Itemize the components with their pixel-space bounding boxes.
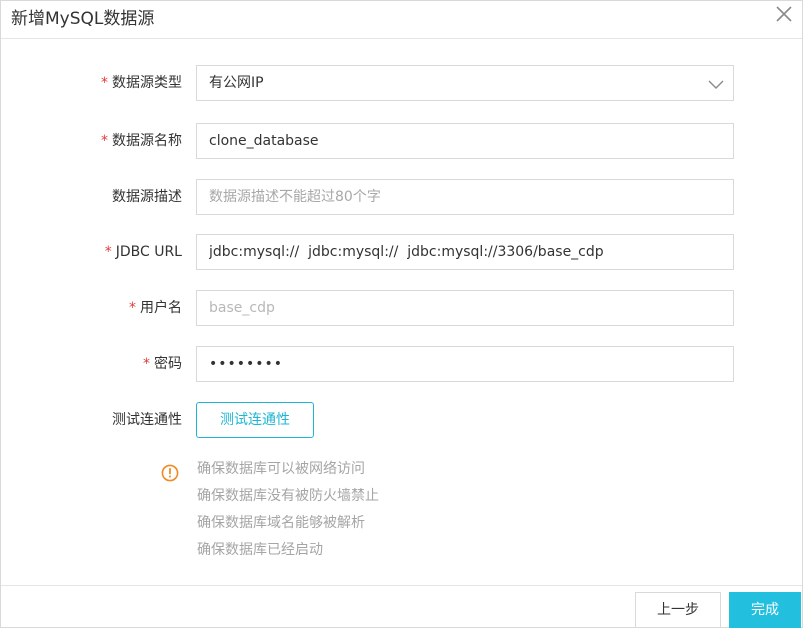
- tip-line: 确保数据库已经启动: [197, 542, 323, 558]
- jdbc-url-input[interactable]: [196, 234, 734, 270]
- connectivity-label: 测试连通性: [112, 412, 182, 428]
- password-input[interactable]: [196, 346, 734, 382]
- info-circle-icon: [161, 464, 179, 482]
- form-row-source-desc: 数据源描述: [1, 179, 802, 215]
- tip-line: 确保数据库没有被防火墙禁止: [197, 488, 379, 504]
- source-name-label: * 数据源名称: [101, 123, 182, 159]
- required-mark: *: [104, 244, 112, 260]
- form-row-connectivity: 测试连通性 测试连通性: [1, 402, 802, 438]
- source-type-select[interactable]: 有公网IP: [196, 65, 734, 101]
- previous-step-button[interactable]: 上一步: [635, 592, 721, 628]
- source-type-value: 有公网IP: [209, 75, 264, 91]
- source-desc-label: 数据源描述: [112, 189, 182, 205]
- required-mark: *: [143, 356, 150, 372]
- connectivity-tips: 确保数据库可以被网络访问 确保数据库没有被防火墙禁止 确保数据库域名能够被解析 …: [161, 459, 561, 569]
- dialog-footer: 上一步 完成: [1, 585, 802, 628]
- required-mark: *: [101, 133, 108, 149]
- form-row-source-name: * 数据源名称: [1, 123, 802, 159]
- username-label: * 用户名: [129, 290, 182, 326]
- form-row-username: * 用户名: [1, 290, 802, 326]
- test-connectivity-button[interactable]: 测试连通性: [196, 402, 314, 438]
- add-mysql-datasource-dialog: 新增MySQL数据源 *数据源类型 有公网IP *数据源名称 数据源描述 *JD…: [0, 0, 803, 628]
- done-button[interactable]: 完成: [729, 592, 801, 628]
- form-row-password: * 密码: [1, 346, 802, 382]
- chevron-down-icon: [708, 80, 724, 89]
- close-icon[interactable]: [773, 3, 795, 25]
- jdbc-url-label-text: JDBC URL: [115, 244, 182, 260]
- username-input[interactable]: [196, 290, 734, 326]
- form-row-jdbc-url: * JDBC URL: [1, 234, 802, 270]
- password-label-text: 密码: [154, 356, 182, 372]
- source-type-label: * 数据源类型: [101, 65, 182, 101]
- source-name-label-text: 数据源名称: [112, 133, 182, 149]
- source-desc-input[interactable]: [196, 179, 734, 215]
- required-mark: *: [129, 300, 136, 316]
- jdbc-url-label: * JDBC URL: [105, 234, 182, 270]
- dialog-header: 新增MySQL数据源: [1, 1, 802, 39]
- username-label-text: 用户名: [140, 300, 182, 316]
- tip-line: 确保数据库可以被网络访问: [197, 461, 365, 477]
- dialog-title: 新增MySQL数据源: [11, 9, 155, 29]
- form-row-source-type: * 数据源类型 有公网IP: [1, 65, 802, 101]
- required-mark: *: [101, 75, 108, 91]
- source-name-input[interactable]: [196, 123, 734, 159]
- password-label: * 密码: [143, 346, 182, 382]
- tip-line: 确保数据库域名能够被解析: [197, 515, 365, 531]
- source-type-label-text: 数据源类型: [112, 75, 182, 91]
